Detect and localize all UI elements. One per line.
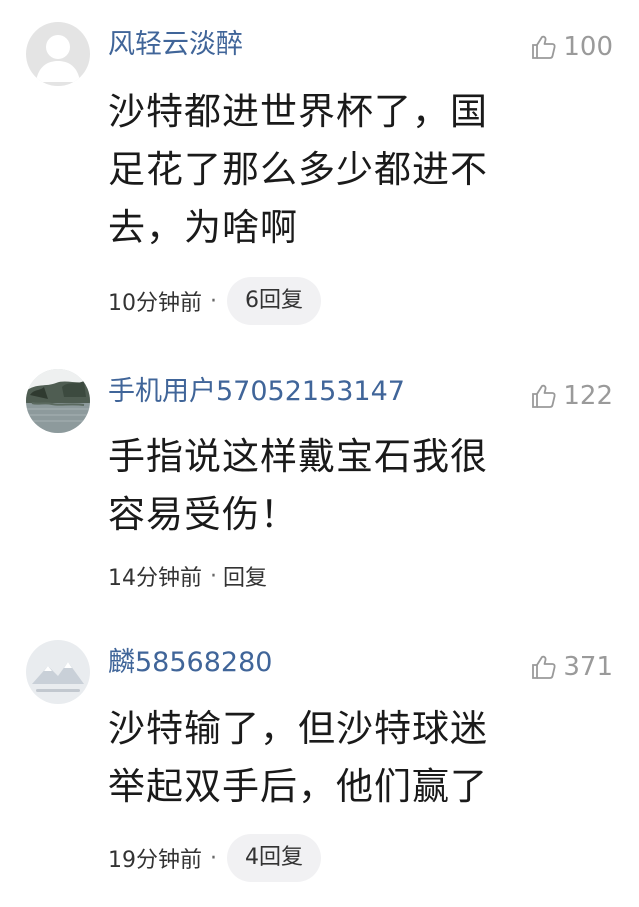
reply-button[interactable]: 6回复 xyxy=(227,277,321,325)
like-count: 122 xyxy=(563,381,613,411)
comment-meta: 19分钟前 · 4回复 xyxy=(108,834,321,882)
like-button[interactable]: 122 xyxy=(531,379,613,413)
username[interactable]: 麟58568280 xyxy=(108,646,272,680)
separator-dot: · xyxy=(210,288,217,314)
comment-line: 去，为啥啊 xyxy=(108,206,298,249)
comment-line: 足花了那么多少都进不 xyxy=(108,148,488,191)
thumbs-up-icon xyxy=(532,35,556,59)
separator-dot: · xyxy=(210,563,217,589)
like-count: 371 xyxy=(563,652,613,682)
mountain-logo-icon xyxy=(26,640,90,704)
user-avatar[interactable] xyxy=(26,369,90,433)
comment-time: 19分钟前 xyxy=(108,848,202,873)
reply-button[interactable]: 4回复 xyxy=(227,834,321,882)
user-avatar[interactable] xyxy=(26,640,90,704)
like-count: 100 xyxy=(563,32,613,62)
comment-line: 容易受伤！ xyxy=(108,493,298,536)
comment-line: 沙特输了，但沙特球迷 xyxy=(108,707,488,750)
like-button[interactable]: 100 xyxy=(531,30,613,64)
reply-button[interactable]: 回复 xyxy=(223,560,267,592)
default-avatar-icon xyxy=(26,22,90,86)
comment-text: 沙特都进世界杯了，国 足花了那么多少都进不 去，为啥啊 xyxy=(108,83,588,257)
user-avatar[interactable] xyxy=(26,22,90,86)
comment-line: 举起双手后，他们赢了 xyxy=(108,765,488,808)
like-button[interactable]: 371 xyxy=(531,650,613,684)
comment-line: 手指说这样戴宝石我很 xyxy=(108,435,488,478)
comment-line: 沙特都进世界杯了，国 xyxy=(108,90,488,133)
thumbs-up-icon xyxy=(532,384,556,408)
comment-meta: 14分钟前 · 回复 xyxy=(108,552,267,600)
separator-dot: · xyxy=(210,845,217,871)
username[interactable]: 风轻云淡醉 xyxy=(108,28,243,62)
thumbs-up-icon xyxy=(532,655,556,679)
username[interactable]: 手机用户57052153147 xyxy=(108,375,405,409)
comment-text: 手指说这样戴宝石我很 容易受伤！ xyxy=(108,428,588,544)
landscape-photo-icon xyxy=(26,369,90,433)
comment-meta: 10分钟前 · 6回复 xyxy=(108,277,321,325)
comment-time: 14分钟前 xyxy=(108,566,202,591)
comment-time: 10分钟前 xyxy=(108,291,202,316)
comment-text: 沙特输了，但沙特球迷 举起双手后，他们赢了 xyxy=(108,700,588,816)
